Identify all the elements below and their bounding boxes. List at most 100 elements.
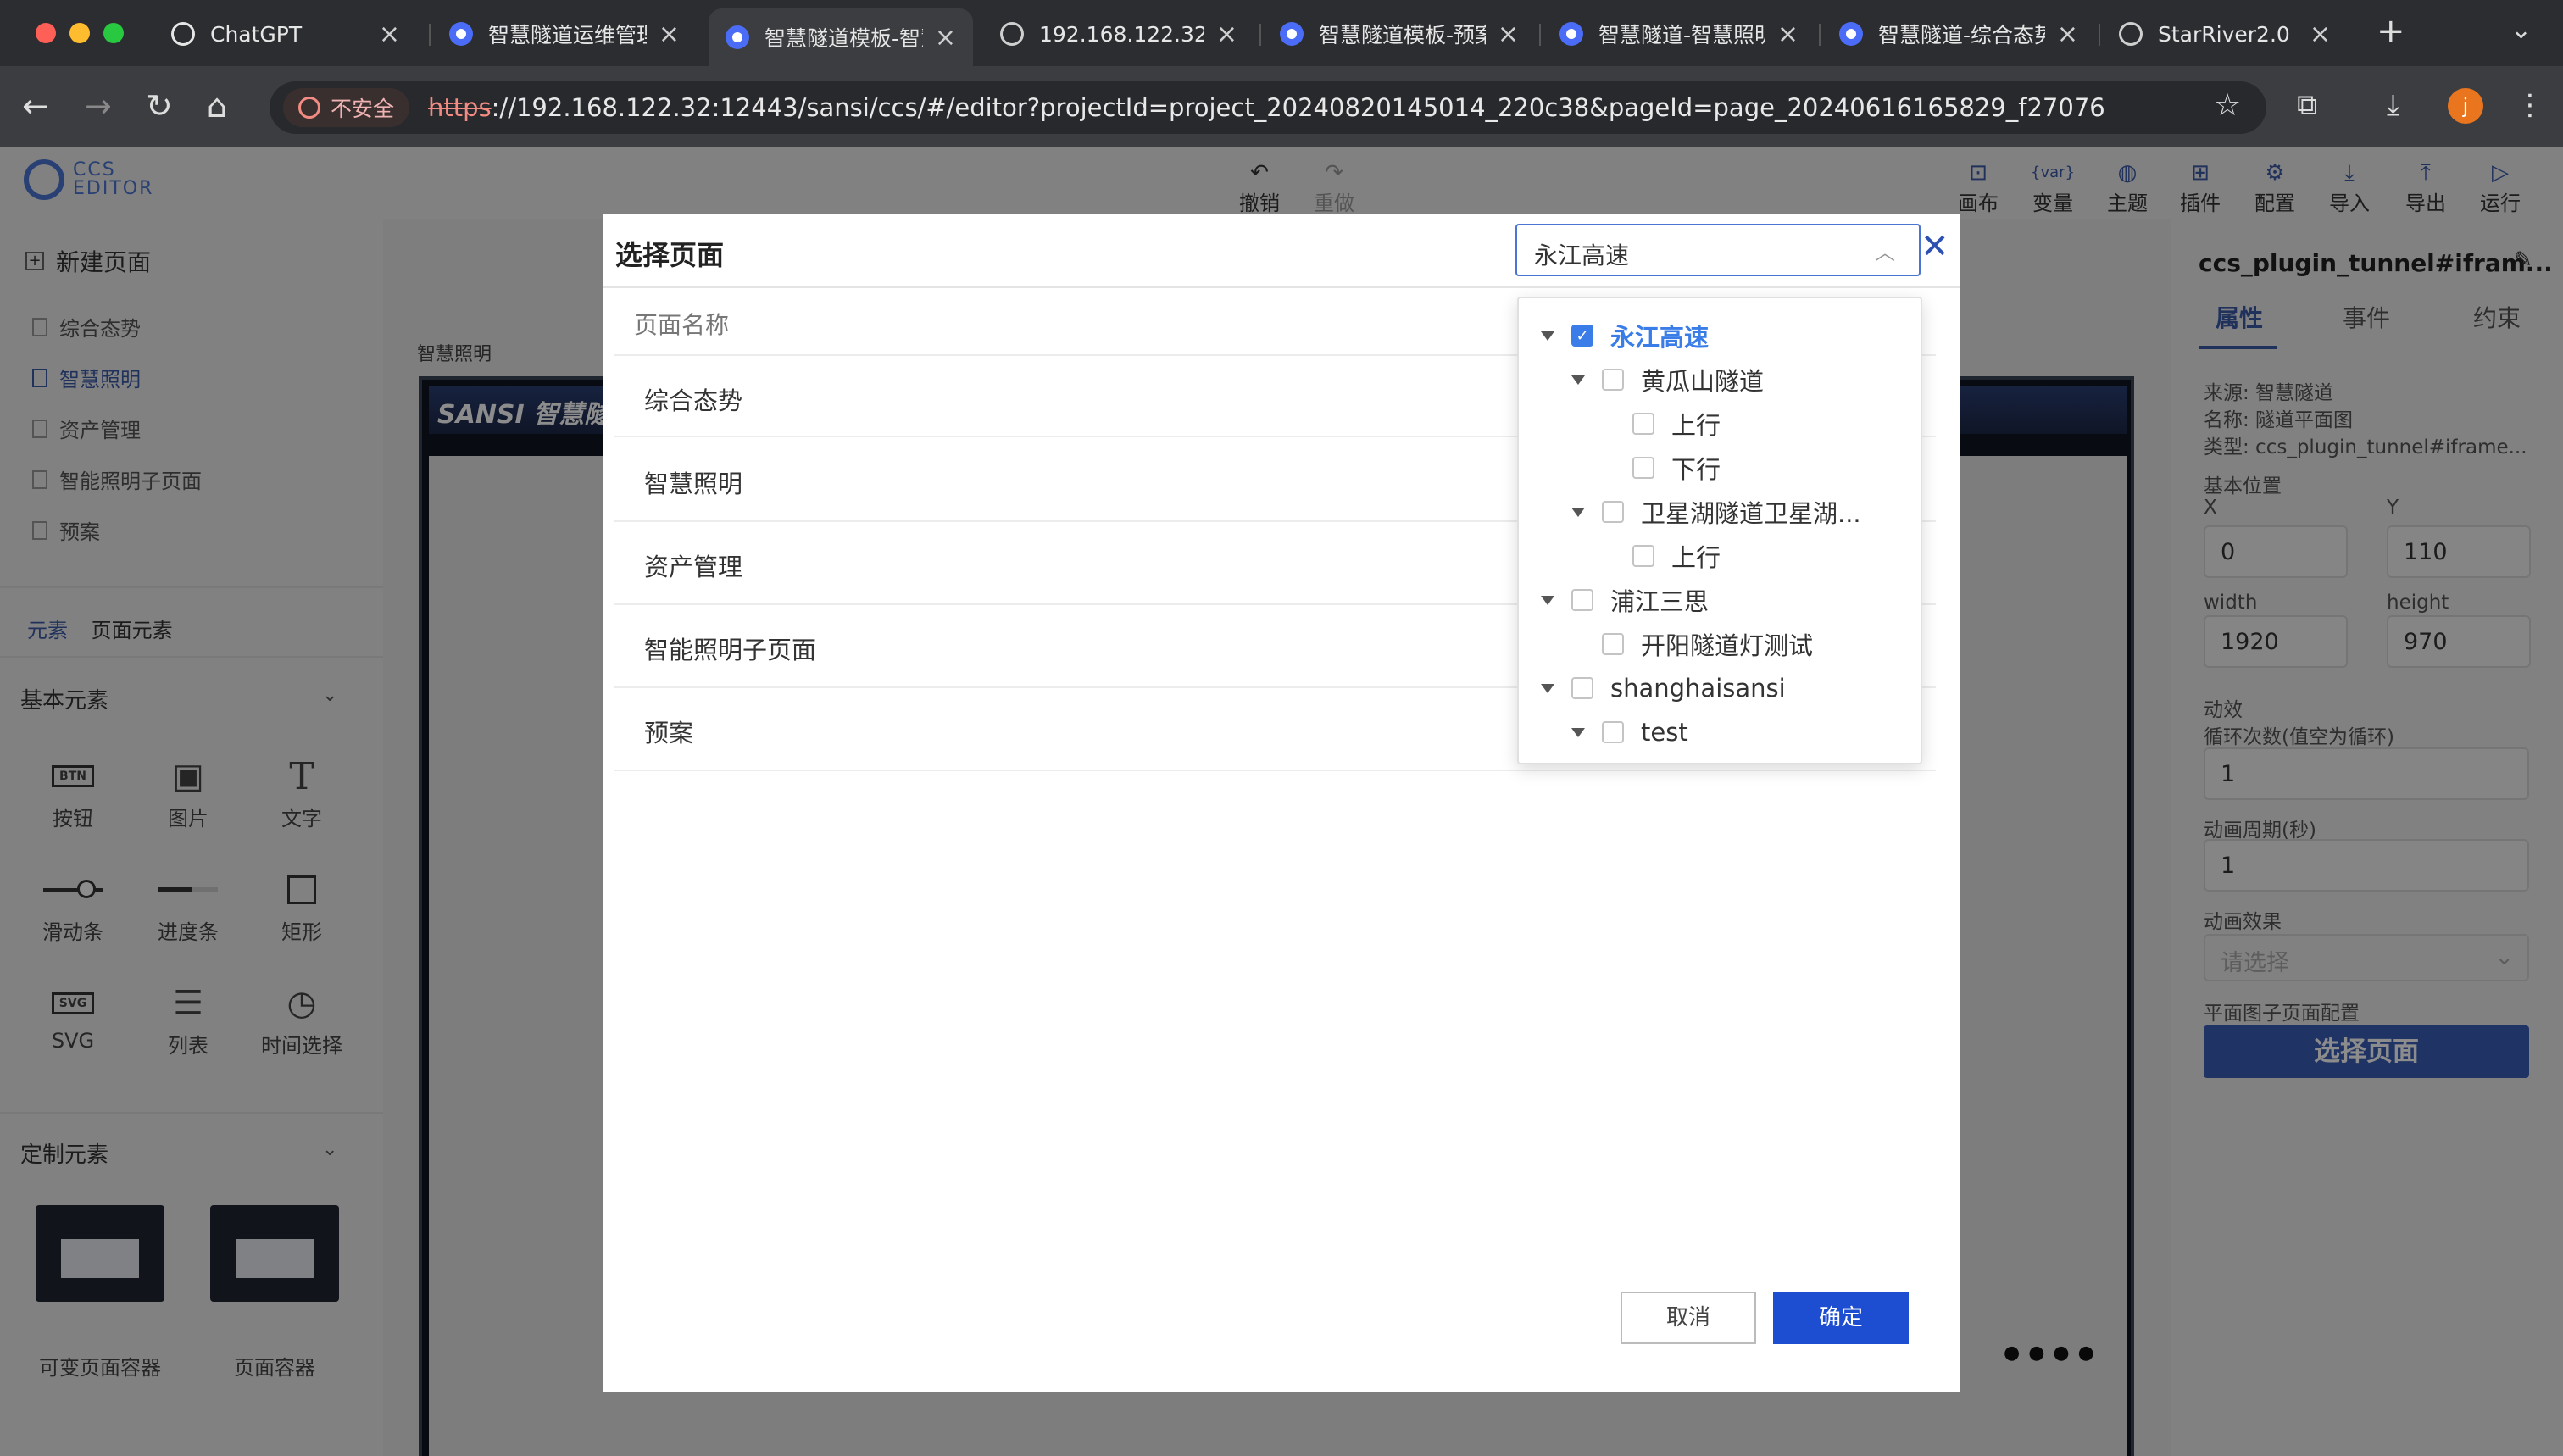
close-window-button[interactable]	[36, 23, 56, 43]
tab-title: 智慧隧道模板-预案	[1319, 23, 1486, 47]
tree-node-label: 永江高速	[1610, 323, 1710, 352]
tree-node-label: 上行	[1671, 543, 1721, 572]
page-name-cell: 智慧照明	[644, 470, 743, 498]
close-tab-icon[interactable]: ×	[659, 19, 680, 49]
page-name-cell: 智能照明子页面	[644, 636, 817, 664]
close-tab-icon[interactable]: ×	[1498, 19, 1519, 49]
browser-tab-bar: ChatGPT × 智慧隧道运维管理 × 智慧隧道模板-智慧 × 192.168…	[0, 0, 2563, 66]
browser-tab[interactable]: 智慧隧道-智慧照明 ×	[1543, 8, 1815, 59]
checkbox[interactable]	[1632, 545, 1654, 567]
app-icon	[1280, 22, 1304, 46]
caret-down-icon[interactable]	[1571, 727, 1585, 737]
url-rest: ://192.168.122.32:12443/sansi/ccs/#/edit…	[491, 93, 2105, 122]
tree-node[interactable]: ✓ 永江高速	[1541, 314, 1709, 358]
address-bar[interactable]: 不安全 https://192.168.122.32:12443/sansi/c…	[270, 81, 2266, 134]
insecure-label: 不安全	[331, 97, 395, 121]
checkbox[interactable]	[1602, 369, 1624, 391]
project-select[interactable]: 永江高速 ︿	[1515, 224, 1921, 276]
close-tab-icon[interactable]: ×	[379, 19, 400, 49]
browser-tab[interactable]: 智慧隧道-综合态势 ×	[1822, 8, 2095, 59]
back-icon[interactable]: ←	[22, 85, 49, 127]
tree-node[interactable]: 上行	[1602, 534, 1721, 578]
close-tab-icon[interactable]: ×	[1216, 19, 1237, 49]
close-icon[interactable]: ✕	[1921, 227, 1949, 266]
checkbox[interactable]	[1602, 633, 1624, 655]
close-tab-icon[interactable]: ×	[2310, 19, 2331, 49]
chatgpt-icon	[171, 22, 195, 46]
checkbox-checked[interactable]: ✓	[1571, 325, 1593, 347]
app-icon	[449, 22, 473, 46]
close-tab-icon[interactable]: ×	[1777, 19, 1799, 49]
download-icon[interactable]: ⤓	[2387, 88, 2399, 122]
warning-icon	[298, 97, 320, 119]
tab-title: 智慧隧道运维管理	[488, 23, 647, 47]
profile-avatar[interactable]: j	[2448, 88, 2483, 124]
reload-icon[interactable]: ↻	[146, 85, 173, 127]
browser-tab[interactable]: 智慧隧道运维管理 ×	[432, 8, 697, 59]
column-header-page-name: 页面名称	[634, 311, 730, 339]
new-tab-button[interactable]: +	[2377, 12, 2405, 51]
tree-node-label: test	[1641, 718, 1688, 747]
close-tab-icon[interactable]: ×	[2057, 19, 2078, 49]
page-name-cell: 综合态势	[644, 386, 743, 415]
page-name-cell: 资产管理	[644, 553, 743, 581]
tree-node-label: shanghaisansi	[1610, 674, 1786, 703]
browser-tab-active[interactable]: 智慧隧道模板-智慧 ×	[709, 8, 973, 66]
globe-icon	[2119, 22, 2143, 46]
tab-title: StarRiver2.0	[2158, 21, 2290, 47]
browser-tab[interactable]: 192.168.122.32 ×	[983, 8, 1254, 59]
url-scheme: https	[428, 93, 492, 122]
bookmark-star-icon[interactable]: ☆	[2214, 88, 2241, 123]
checkbox[interactable]	[1632, 413, 1654, 435]
extensions-icon[interactable]: ⧉	[2297, 88, 2317, 122]
tab-title: 192.168.122.32	[1039, 21, 1204, 47]
tab-title: ChatGPT	[210, 21, 303, 47]
caret-down-icon[interactable]	[1571, 375, 1585, 385]
globe-icon	[1000, 22, 1024, 46]
more-menu-icon[interactable]: ⋮	[2516, 88, 2544, 122]
app-icon	[1839, 22, 1863, 46]
tree-node[interactable]: 下行	[1602, 446, 1721, 490]
caret-down-icon[interactable]	[1541, 683, 1554, 693]
caret-down-icon[interactable]	[1541, 331, 1554, 341]
browser-tab[interactable]: StarRiver2.0 ×	[2102, 8, 2348, 59]
project-select-value: 永江高速	[1534, 242, 1630, 270]
maximize-window-button[interactable]	[103, 23, 124, 43]
checkbox[interactable]	[1602, 501, 1624, 523]
tree-node-label: 上行	[1671, 411, 1721, 440]
tree-node[interactable]: 浦江三思	[1541, 578, 1709, 622]
caret-down-icon[interactable]	[1541, 595, 1554, 605]
confirm-button[interactable]: 确定	[1773, 1292, 1909, 1344]
tree-node[interactable]: 上行	[1602, 402, 1721, 446]
minimize-window-button[interactable]	[69, 23, 90, 43]
tree-node[interactable]: 开阳隧道灯测试	[1571, 622, 1813, 666]
checkbox[interactable]	[1632, 457, 1654, 479]
checkbox[interactable]	[1571, 677, 1593, 699]
app-icon	[726, 25, 749, 49]
forward-icon[interactable]: →	[85, 85, 112, 127]
browser-tab[interactable]: 智慧隧道模板-预案 ×	[1263, 8, 1536, 59]
tree-node[interactable]: shanghaisansi	[1541, 666, 1786, 710]
divider	[603, 286, 1960, 288]
tree-node[interactable]: test	[1571, 710, 1688, 754]
tree-node-label: 黄瓜山隧道	[1641, 367, 1765, 396]
tab-search-icon[interactable]: ⌄	[2510, 15, 2532, 45]
checkbox[interactable]	[1602, 721, 1624, 743]
tab-title: 智慧隧道模板-智慧	[764, 26, 923, 51]
security-indicator[interactable]: 不安全	[283, 88, 410, 127]
tree-node-label: 开阳隧道灯测试	[1641, 631, 1814, 660]
page-name-cell: 预案	[644, 719, 694, 747]
close-tab-icon[interactable]: ×	[935, 23, 956, 53]
browser-tab[interactable]: ChatGPT ×	[154, 8, 417, 59]
url-text[interactable]: https://192.168.122.32:12443/sansi/ccs/#…	[428, 93, 2105, 122]
tree-node-label: 卫星湖隧道卫星湖...	[1641, 499, 1861, 528]
caret-down-icon[interactable]	[1571, 507, 1585, 517]
cancel-button[interactable]: 取消	[1621, 1292, 1756, 1344]
home-icon[interactable]: ⌂	[207, 85, 227, 127]
select-page-dialog: 选择页面 永江高速 ︿ ✕ 页面名称 综合态势 智慧照明 资产管理 智能照明子页…	[603, 214, 1960, 1392]
checkbox[interactable]	[1571, 589, 1593, 611]
app-icon	[1559, 22, 1583, 46]
tree-node[interactable]: 卫星湖隧道卫星湖...	[1571, 490, 1861, 534]
tree-node[interactable]: 黄瓜山隧道	[1571, 358, 1764, 402]
project-tree-dropdown: ✓ 永江高速 黄瓜山隧道 上行 下行 卫星湖隧道卫星湖... 上行 浦江三思 开阳…	[1517, 297, 1922, 764]
